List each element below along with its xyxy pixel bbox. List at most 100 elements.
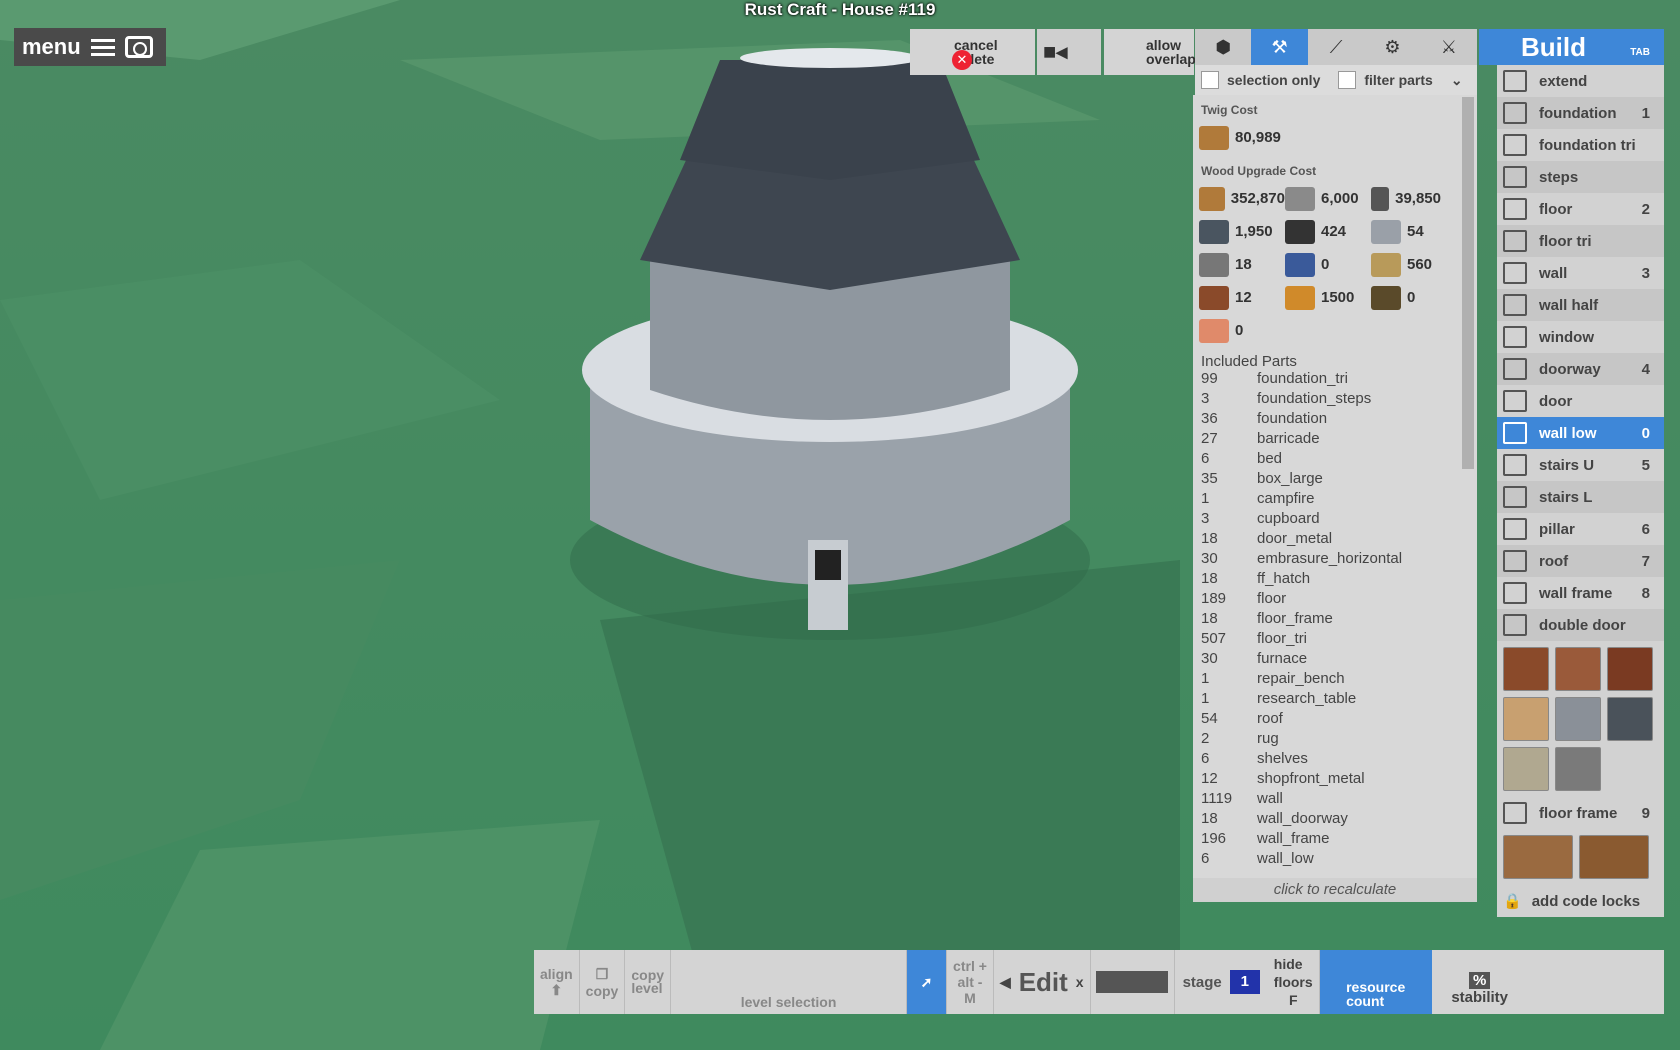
metal-fragments-icon [1371, 186, 1390, 211]
part-count: 12 [1201, 770, 1218, 787]
door-swatch[interactable] [1555, 747, 1601, 791]
allow-overlap-button[interactable]: allow overlap [1104, 29, 1196, 75]
ctrl-alt-hint: ctrl + alt - M [947, 950, 994, 1014]
part-count: 1 [1201, 690, 1210, 707]
scrollbar[interactable] [1462, 97, 1474, 469]
door-swatches [1497, 641, 1664, 797]
build-item-extend[interactable]: extend [1497, 65, 1664, 97]
lock-icon: 🔒 [1503, 893, 1522, 910]
door-swatch[interactable] [1607, 697, 1653, 741]
build-item-stairs-L[interactable]: stairs L [1497, 481, 1664, 513]
resource-count-button[interactable]: resource count [1319, 950, 1432, 1014]
part-name: wall_frame [1257, 830, 1330, 847]
stage-control[interactable]: stage 1 [1175, 950, 1268, 1014]
wrench-icon[interactable]: ⚙ [1364, 29, 1420, 65]
part-count: 196 [1201, 830, 1227, 847]
build-item-roof[interactable]: roof 7 [1497, 545, 1664, 577]
close-edit-label[interactable]: x [1076, 974, 1084, 990]
build-item-steps[interactable]: steps [1497, 161, 1664, 193]
hide-floors-button[interactable]: hide floors F [1268, 950, 1320, 1014]
door-swatch[interactable] [1607, 647, 1653, 691]
window-title: Rust Craft - House #119 [744, 0, 936, 19]
build-item-wall-low[interactable]: wall low 0 [1497, 417, 1664, 449]
cursor-tool[interactable]: ➚ [907, 950, 948, 1014]
chevron-down-icon[interactable]: ⌄ [1451, 72, 1463, 89]
build-item-key: 4 [1641, 360, 1650, 378]
pickaxe-icon[interactable]: ⟋ [1308, 29, 1364, 65]
door-swatch[interactable] [1555, 647, 1601, 691]
cost-value: 0 [1321, 256, 1330, 273]
build-item-double-door[interactable]: double door [1497, 609, 1664, 641]
floor-swatch[interactable] [1579, 835, 1649, 879]
hq-metal-icon [1199, 219, 1229, 244]
stage-value[interactable]: 1 [1229, 970, 1260, 994]
level-selection[interactable]: level selection [671, 950, 908, 1014]
build-item-stairs-U[interactable]: stairs U 5 [1497, 449, 1664, 481]
part-name: wall_doorway [1257, 810, 1348, 827]
part-count: 18 [1201, 810, 1218, 827]
build-item-floor-frame[interactable]: floor frame 9 [1497, 797, 1664, 829]
add-code-locks-button[interactable]: 🔒 add code locks [1497, 885, 1664, 917]
build-item-floor[interactable]: floor 2 [1497, 193, 1664, 225]
part-count: 27 [1201, 430, 1218, 447]
wood-icon [1199, 125, 1229, 150]
part-count: 18 [1201, 610, 1218, 627]
part-name: ff_hatch [1257, 570, 1311, 587]
menu-button[interactable]: menu [14, 28, 166, 66]
door-swatch[interactable] [1503, 697, 1549, 741]
copy-level-button[interactable]: copy level [625, 950, 672, 1014]
build-item-wall-half[interactable]: wall half [1497, 289, 1664, 321]
build-item-door[interactable]: door [1497, 385, 1664, 417]
build-header[interactable]: Build TAB [1479, 29, 1664, 65]
build-item-pillar[interactable]: pillar 6 [1497, 513, 1664, 545]
video-camera-icon: ■◂ [1043, 39, 1068, 64]
build-item-foundation[interactable]: foundation 1 [1497, 97, 1664, 129]
door-swatch[interactable] [1503, 647, 1549, 691]
part-name: shelves [1257, 750, 1308, 767]
double-door-icon [1503, 614, 1527, 636]
part-name: embrasure_horizontal [1257, 550, 1403, 567]
build-item-floor-tri[interactable]: floor tri [1497, 225, 1664, 257]
part-name: furnace [1257, 650, 1308, 667]
hatchet-icon[interactable]: ⚔ [1421, 29, 1477, 65]
stability-button[interactable]: % stability [1432, 950, 1528, 1014]
build-item-key: 1 [1641, 104, 1650, 122]
tool-bar: ⬢ ⚒ ⟋ ⚙ ⚔ [1195, 29, 1477, 65]
copy-label: copy [585, 982, 619, 999]
wood-icon [1199, 186, 1225, 211]
build-item-label: floor frame [1539, 804, 1618, 822]
record-button[interactable]: ■◂ [1037, 29, 1101, 75]
wood-upgrade-costs: 352,870 6,000 39,850 1,950 424 54 18 0 560 12 1500… [1193, 180, 1477, 349]
part-name: repair_bench [1257, 670, 1345, 687]
build-item-foundation-tri[interactable]: foundation tri [1497, 129, 1664, 161]
floor-swatch[interactable] [1503, 835, 1573, 879]
list-item: 35 box_large [1201, 470, 1477, 490]
selection-only-checkbox[interactable] [1201, 71, 1219, 89]
part-count: 507 [1201, 630, 1227, 647]
filter-bar: selection only filter parts ⌄ [1195, 65, 1477, 95]
recalculate-button[interactable]: click to recalculate [1193, 878, 1477, 902]
edit-button[interactable]: ◀ Edit x [994, 950, 1091, 1014]
color-slot[interactable] [1091, 950, 1175, 1014]
part-count: 1119 [1201, 790, 1233, 807]
copy-button[interactable]: ❐ copy [580, 950, 626, 1014]
door-swatch[interactable] [1503, 747, 1549, 791]
list-item: 18 door_metal [1201, 530, 1477, 550]
cube-icon[interactable]: ⬢ [1195, 29, 1251, 65]
build-item-label: steps [1539, 168, 1579, 186]
wall-low-icon [1503, 422, 1527, 444]
build-item-window[interactable]: window [1497, 321, 1664, 353]
cost-item: 0 [1371, 281, 1441, 314]
list-item: 54 roof [1201, 710, 1477, 730]
build-item-doorway[interactable]: doorway 4 [1497, 353, 1664, 385]
cancel-delete-button[interactable]: cancel delete [910, 29, 1035, 75]
door-swatch[interactable] [1555, 697, 1601, 741]
align-button[interactable]: align ⬆ [534, 950, 580, 1014]
camera-icon[interactable] [124, 36, 153, 58]
build-item-wall-frame[interactable]: wall frame 8 [1497, 577, 1664, 609]
build-item-wall[interactable]: wall 3 [1497, 257, 1664, 289]
list-item: 1 campfire [1201, 490, 1477, 510]
list-item: 189 floor [1201, 590, 1477, 610]
filter-parts-checkbox[interactable] [1338, 71, 1357, 89]
hammer-icon[interactable]: ⚒ [1251, 29, 1308, 65]
